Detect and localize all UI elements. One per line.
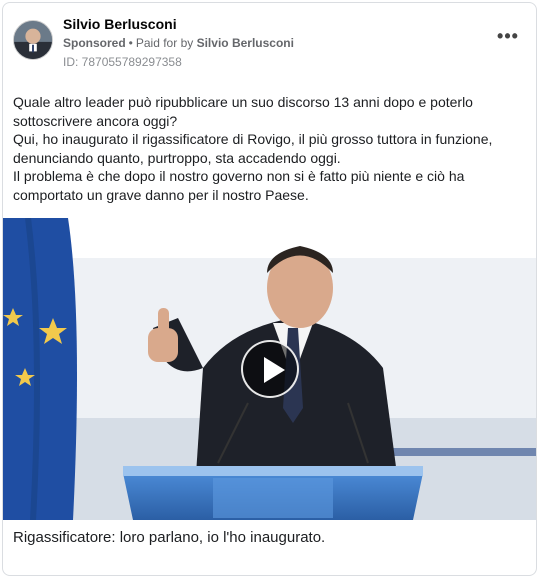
play-icon: [264, 357, 285, 383]
more-horizontal-icon: •••: [497, 26, 519, 46]
ad-card: Silvio Berlusconi Sponsored • Paid for by …: [2, 2, 537, 576]
body-line: Qui, ho inaugurato il rigassificatore di…: [13, 131, 493, 166]
avatar-image: [14, 21, 52, 59]
paid-for-prefix: Paid for by: [135, 36, 194, 50]
body-line: Quale altro leader può ripubblicare un s…: [13, 94, 473, 129]
page-name[interactable]: Silvio Berlusconi: [63, 16, 177, 32]
play-button[interactable]: [241, 340, 299, 398]
more-options-button[interactable]: •••: [494, 26, 522, 49]
sponsored-label: Sponsored: [63, 36, 126, 50]
paid-for-name[interactable]: Silvio Berlusconi: [197, 36, 294, 50]
post-header: Silvio Berlusconi Sponsored • Paid for by …: [3, 3, 536, 83]
sponsored-line: Sponsored • Paid for by Silvio Berlusconi: [63, 36, 294, 50]
body-line: Il problema è che dopo il nostro governo…: [13, 168, 465, 203]
post-body-text: Quale altro leader può ripubblicare un s…: [13, 93, 523, 204]
video-caption[interactable]: Rigassificatore: loro parlano, io l'ho i…: [13, 529, 325, 546]
ad-id: ID: 787055789297358: [63, 55, 182, 69]
page-avatar[interactable]: [13, 20, 53, 60]
video-player[interactable]: [3, 218, 536, 520]
meta-separator: •: [128, 36, 133, 50]
